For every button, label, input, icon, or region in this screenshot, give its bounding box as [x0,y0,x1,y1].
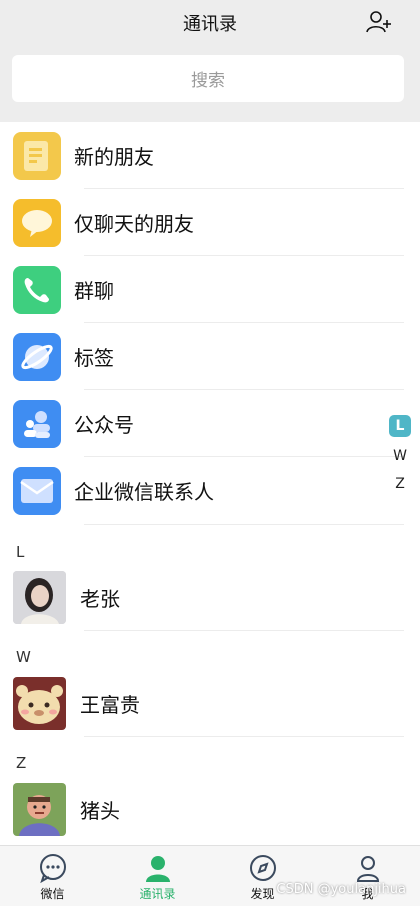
row-label: 仅聊天的朋友 [74,212,194,236]
index-letter-z[interactable]: Z [389,470,411,498]
row-new-friends[interactable]: 新的朋友 [0,122,420,189]
page-title: 通讯录 [183,13,237,35]
contact-name: 王富贵 [80,692,140,717]
row-group-chat[interactable]: 群聊 [0,256,420,323]
search-input[interactable]: 搜索 [12,55,404,102]
tab-discover[interactable]: 发现 [210,846,315,906]
divider [84,524,404,525]
row-official-accounts[interactable]: 公众号 [0,390,420,457]
contact-row[interactable]: 王富贵 [0,670,420,736]
search-placeholder: 搜索 [191,71,225,91]
add-friend-icon[interactable] [366,10,392,34]
row-tags[interactable]: 标签 [0,323,420,390]
new-friends-icon [13,131,61,180]
tab-label: 微信 [40,887,65,901]
watermark: CSDN @youlanjihua [276,882,406,897]
contacts-icon [145,856,170,882]
avatar [13,676,66,730]
avatar [13,570,66,624]
avatar [13,782,66,836]
row-label: 新的朋友 [74,145,154,169]
contacts-list: 新的朋友 仅聊天的朋友 群聊 标签 公众号 企业微信联系人 L 老张 W 王富贵… [0,122,420,846]
top-bar: 通讯录 [0,0,420,45]
divider [84,736,404,737]
chat-only-friends-icon [13,198,61,247]
row-label: 群聊 [74,279,114,303]
row-enterprise-contacts[interactable]: 企业微信联系人 [0,457,420,524]
chat-bubble-icon [39,854,66,883]
tag-icon [13,332,61,381]
divider [84,630,404,631]
index-letter-l[interactable]: L [389,415,411,437]
contact-row[interactable]: 猪头 [0,776,420,842]
compass-icon [249,855,276,881]
contact-row[interactable]: 老张 [0,564,420,630]
alphabet-index[interactable]: L W Z [388,415,412,498]
tab-label: 发现 [250,887,275,901]
row-label: 公众号 [74,413,134,437]
official-accounts-icon [13,399,61,448]
contact-name: 老张 [80,586,120,611]
tab-chats[interactable]: 微信 [0,846,105,906]
bottom-tab-bar: 微信 通讯录 发现 我 CSDN @youlanjihua [0,845,420,906]
row-label: 企业微信联系人 [74,480,214,504]
tab-label: 通讯录 [139,887,176,901]
tab-me[interactable]: 我 [315,846,420,906]
me-icon [356,856,379,882]
tab-contacts[interactable]: 通讯录 [105,846,210,906]
index-letter-w[interactable]: W [389,442,411,470]
section-letter: Z [16,754,27,772]
section-letter: L [16,543,25,561]
row-label: 标签 [74,346,114,370]
row-chat-only-friends[interactable]: 仅聊天的朋友 [0,189,420,256]
section-letter: W [16,648,31,666]
contact-name: 猪头 [80,798,120,823]
enterprise-contacts-icon [13,466,61,515]
group-chat-icon [13,265,61,314]
